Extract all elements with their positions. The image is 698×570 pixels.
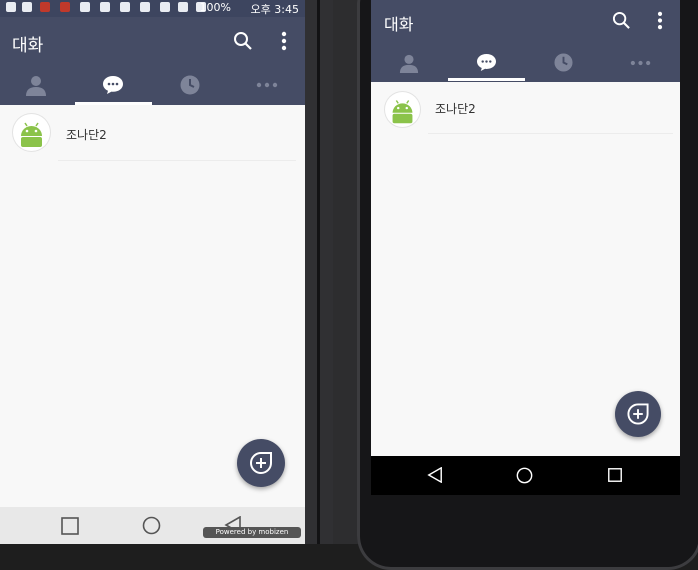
notification-icon xyxy=(120,2,130,12)
circle-icon xyxy=(516,467,533,484)
back-button[interactable] xyxy=(427,467,443,483)
home-button[interactable] xyxy=(142,516,161,535)
notification-icon xyxy=(6,2,16,12)
tab-recent[interactable] xyxy=(180,75,200,95)
notification-icon xyxy=(40,2,50,12)
page-title: 대화 xyxy=(384,15,414,34)
person-icon xyxy=(26,76,46,96)
left-phone-screen: 100% 오후 3:45 대화 조나단2 Powered by mobizen xyxy=(0,0,305,544)
clock-icon xyxy=(180,75,200,95)
notification-icon xyxy=(100,2,110,12)
wifi-icon xyxy=(178,2,188,12)
tab-chats[interactable] xyxy=(102,75,124,95)
notification-icon xyxy=(80,2,90,12)
emulator-screen: 대화 조나단2 xyxy=(371,0,680,456)
back-triangle-icon xyxy=(427,467,442,483)
search-icon[interactable] xyxy=(233,31,253,51)
vibrate-icon xyxy=(160,2,170,12)
add-chat-icon xyxy=(627,403,649,425)
more-vert-icon[interactable] xyxy=(657,11,663,30)
app-bar xyxy=(0,17,305,67)
tab-chats[interactable] xyxy=(476,53,497,72)
more-horiz-icon xyxy=(256,82,278,88)
status-bar: 100% 오후 3:45 xyxy=(0,0,305,17)
notification-icon xyxy=(60,2,70,12)
recent-apps-button[interactable] xyxy=(61,517,79,535)
tab-recent[interactable] xyxy=(554,53,573,72)
notification-icon xyxy=(22,2,32,12)
page-title: 대화 xyxy=(12,36,44,56)
tab-more[interactable] xyxy=(256,82,278,88)
list-divider xyxy=(58,160,296,161)
new-chat-button[interactable] xyxy=(615,391,661,437)
more-horiz-icon xyxy=(630,60,651,66)
avatar[interactable] xyxy=(13,114,50,151)
chat-bubble-icon xyxy=(103,76,123,94)
clock-icon xyxy=(554,53,573,72)
avatar[interactable] xyxy=(385,92,420,127)
active-tab-indicator xyxy=(75,102,152,105)
tab-friends[interactable] xyxy=(399,53,419,73)
person-icon xyxy=(399,54,419,73)
square-icon xyxy=(61,517,79,535)
add-chat-icon xyxy=(250,452,272,474)
square-icon xyxy=(608,468,622,482)
circle-icon xyxy=(142,516,161,535)
search-icon[interactable] xyxy=(612,11,631,30)
window-divider xyxy=(305,0,333,544)
tab-friends[interactable] xyxy=(25,74,47,96)
android-icon xyxy=(21,122,42,147)
chat-room-name[interactable]: 조나단2 xyxy=(66,126,107,143)
chat-bubble-icon xyxy=(477,53,496,72)
tab-more[interactable] xyxy=(630,60,651,66)
notification-icon xyxy=(140,2,150,12)
android-icon xyxy=(392,100,413,124)
more-vert-icon[interactable] xyxy=(281,31,287,51)
chat-room-name[interactable]: 조나단2 xyxy=(435,100,476,117)
new-chat-button[interactable] xyxy=(237,439,285,487)
status-time: 오후 3:45 xyxy=(250,3,299,16)
list-divider xyxy=(428,133,673,134)
recent-apps-button[interactable] xyxy=(608,468,622,482)
android-nav-bar xyxy=(371,456,680,495)
home-button[interactable] xyxy=(516,467,533,484)
battery-label: 100% xyxy=(199,1,231,14)
active-tab-indicator xyxy=(448,78,525,81)
mobizen-watermark: Powered by mobizen xyxy=(203,527,301,538)
